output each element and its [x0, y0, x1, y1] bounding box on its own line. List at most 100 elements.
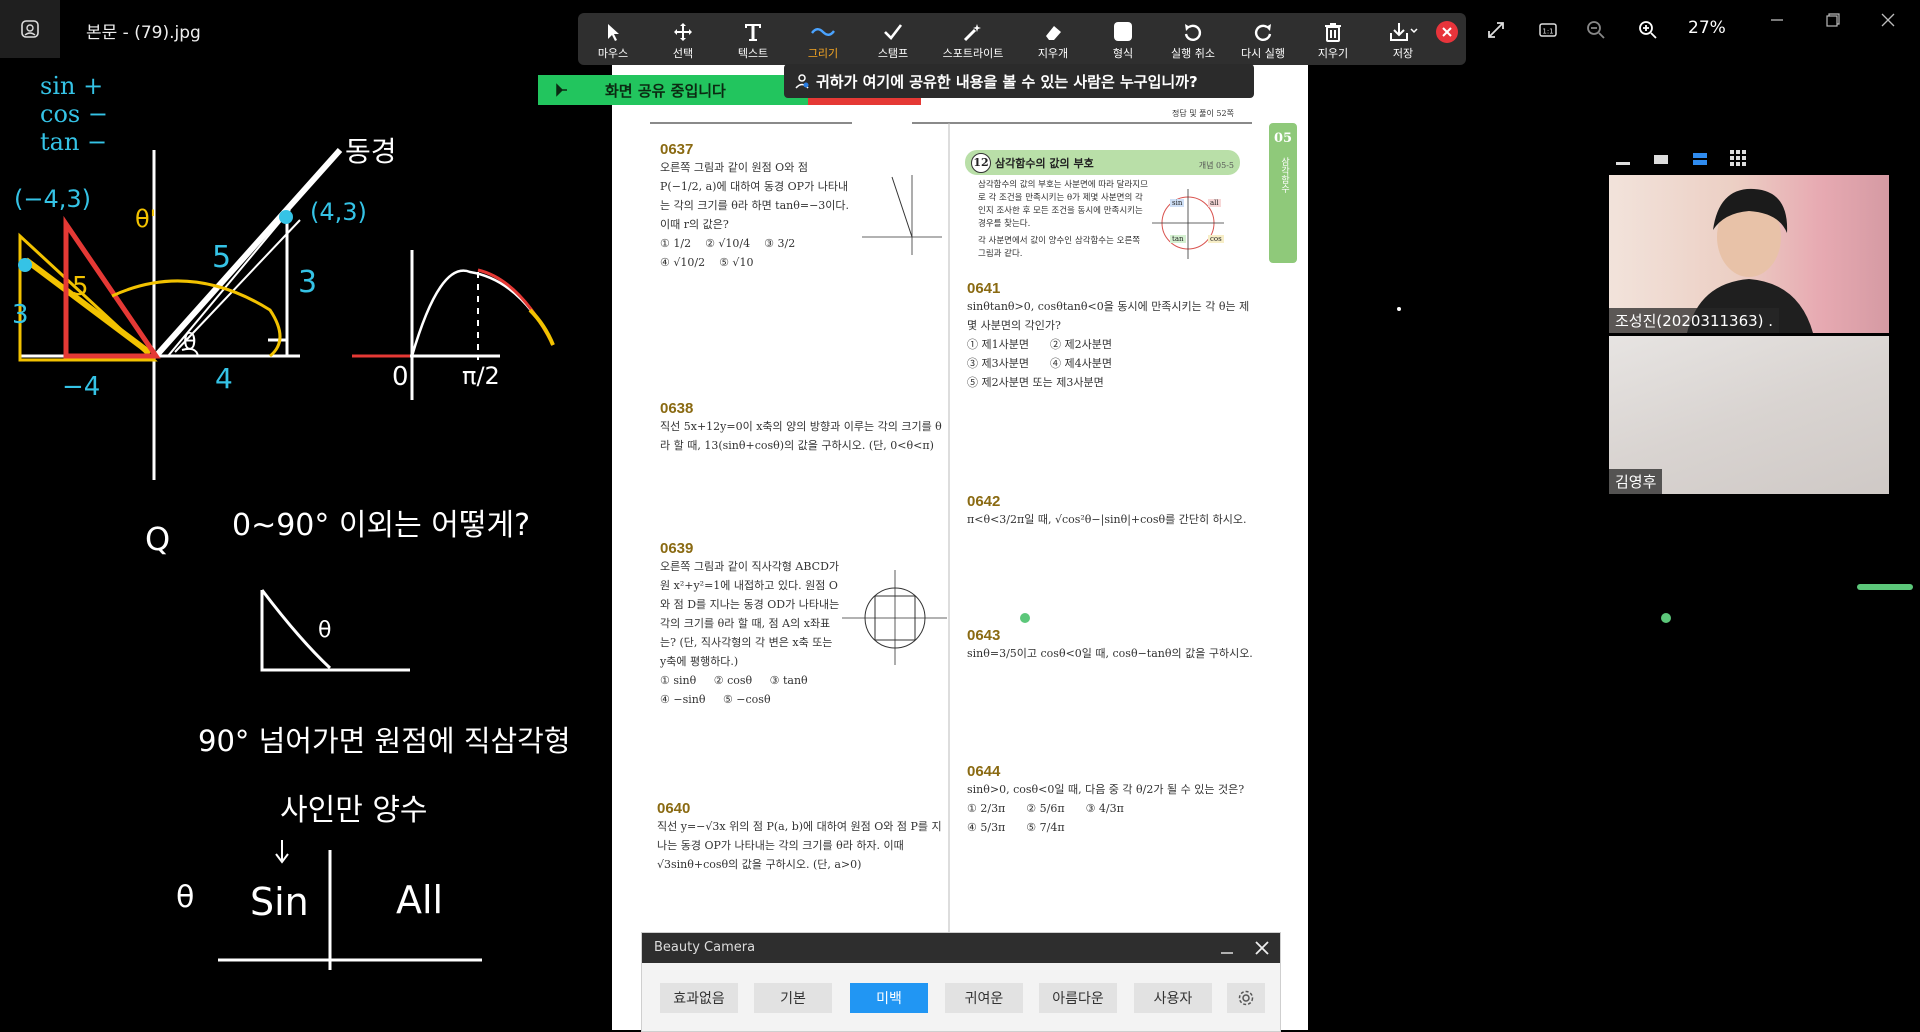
option: ④ √10/2 [660, 256, 706, 269]
format-icon [1114, 22, 1132, 41]
minimize-icon [1221, 952, 1233, 954]
option: ① 1/2 [660, 237, 692, 250]
document-page: 정답 및 풀이 52쪽 05 삼각함수 12 삼각함수의 값의 부호 개념 05… [612, 65, 1308, 1030]
quadrant-all-label: All [396, 878, 444, 922]
layout-minimize-button[interactable] [1614, 151, 1632, 165]
question-number: 0641 [967, 280, 1001, 297]
tool-label: 실행 취소 [1171, 47, 1215, 60]
terminal-side-label: 동경 [345, 135, 397, 168]
tool-clear[interactable]: 지우기 [1298, 13, 1368, 65]
gear-icon [1238, 990, 1254, 1006]
length-label: 3 [12, 300, 29, 330]
viewers-tooltip[interactable]: 귀하가 여기에 공유한 내용을 볼 수 있는 사람은 누구입니까? [784, 64, 1254, 98]
tool-spotlight[interactable]: 스포트라이트 [928, 13, 1018, 65]
tool-stamp[interactable]: 스탬프 [858, 13, 928, 65]
axis-label: π/2 [462, 362, 500, 390]
question-text: sinθ=3/5이고 cosθ<0일 때, cosθ−tanθ의 값을 구하시오… [967, 647, 1253, 660]
ink-stroke [275, 840, 289, 864]
settings-button[interactable] [1227, 983, 1265, 1013]
tool-redo[interactable]: 다시 실행 [1228, 13, 1298, 65]
close-window-button[interactable] [1873, 8, 1903, 32]
question-text: sinθtanθ>0, cosθtanθ<0을 동시에 만족시키는 각 θ는 제… [967, 300, 1250, 332]
tool-text[interactable]: 텍스트 [718, 13, 788, 65]
minimize-button[interactable] [1762, 8, 1792, 32]
stop-annotation-button[interactable] [1436, 21, 1458, 43]
tool-mouse[interactable]: 마우스 [578, 13, 648, 65]
tool-eraser[interactable]: 지우개 [1018, 13, 1088, 65]
question-0643: 0643 sinθ=3/5이고 cosθ<0일 때, cosθ−tanθ의 값을… [967, 627, 1257, 663]
answer-reference: 정답 및 풀이 52쪽 [1172, 109, 1234, 118]
tool-save[interactable]: 저장 [1368, 13, 1438, 65]
cursor-icon [608, 24, 619, 41]
text-icon [745, 24, 761, 41]
axis-label: 0 [392, 362, 409, 392]
expand-button[interactable] [1482, 16, 1510, 44]
layout-grid-button[interactable] [1729, 149, 1747, 167]
zoom-in-button[interactable] [1634, 16, 1662, 44]
option: ④ 제4사분면 [1049, 357, 1112, 370]
actual-size-button[interactable]: 1:1 [1534, 16, 1562, 44]
length-label: 5 [72, 272, 89, 302]
filter-cute-button[interactable]: 귀여운 [945, 983, 1023, 1013]
question-0638: 0638 직선 5x+12y=0이 x축의 양의 방향과 이루는 각의 크기를 … [660, 400, 950, 455]
question-options: ① 제1사분면 ② 제2사분면 ③ 제3사분면 ④ 제4사분면 ⑤ 제2사분면 … [967, 335, 1257, 392]
tool-label: 다시 실행 [1241, 47, 1285, 60]
svg-text:1:1: 1:1 [1542, 28, 1553, 36]
angle-label: θ [176, 880, 195, 915]
layout-stack-button[interactable] [1691, 151, 1709, 165]
tool-draw[interactable]: 그리기 [788, 13, 858, 65]
close-button[interactable] [1253, 939, 1271, 957]
tool-label: 스탬프 [877, 47, 909, 60]
filter-custom-button[interactable]: 사용자 [1134, 983, 1212, 1013]
angle-label: θ [183, 330, 197, 355]
ink-stroke [477, 268, 555, 346]
restore-button[interactable] [1818, 8, 1848, 32]
question-text: 오른쪽 그림과 같이 직사각형 ABCD가 원 x²+y²=1에 내접하고 있다… [660, 560, 840, 668]
option: ① sinθ [660, 674, 697, 687]
option: ③ 3/2 [764, 237, 796, 250]
minimize-button[interactable] [1218, 939, 1236, 957]
ink-stroke [260, 589, 410, 672]
close-icon [1255, 941, 1269, 955]
minimize-icon [1616, 162, 1630, 165]
photo-viewer-icon[interactable] [0, 0, 60, 58]
redo-icon [1254, 24, 1272, 41]
one-to-one-icon: 1:1 [1539, 23, 1557, 37]
participant-video-2[interactable]: 김영후 [1609, 336, 1889, 494]
tool-undo[interactable]: 실행 취소 [1158, 13, 1228, 65]
length-label: 5 [212, 240, 232, 275]
question-number: 0644 [967, 763, 1001, 780]
filter-none-button[interactable]: 효과없음 [660, 983, 738, 1013]
filter-whitening-button[interactable]: 미백 [850, 983, 928, 1013]
tool-format[interactable]: 형식 [1088, 13, 1158, 65]
spotlight-icon [963, 24, 981, 42]
question-number: 0643 [967, 627, 1001, 644]
screen-share-status: 화면 공유 중입니다 [605, 82, 726, 100]
expand-icon [1488, 22, 1504, 38]
tool-select[interactable]: 선택 [648, 13, 718, 65]
filter-beautiful-button[interactable]: 아름다운 [1039, 983, 1117, 1013]
question-options: ① sinθ ② cosθ ③ tanθ ④ −sinθ ⑤ −cosθ [660, 671, 910, 709]
zoom-in-icon [1639, 21, 1657, 39]
tool-label: 지우개 [1037, 47, 1069, 60]
filter-basic-button[interactable]: 기본 [754, 983, 832, 1013]
move-icon [674, 23, 692, 41]
question-options: ① 2/3π ② 5/6π ③ 4/3π ④ 5/3π ⑤ 7/4π [967, 799, 1257, 837]
tool-label: 저장 [1392, 47, 1414, 60]
zoom-out-button[interactable] [1582, 16, 1610, 44]
option: ⑤ 제2사분면 또는 제3사분면 [967, 376, 1104, 389]
layout-single-button[interactable] [1652, 151, 1670, 165]
ink-dot [1661, 613, 1671, 623]
participant-video-1[interactable]: 조성진(2020311363) . [1609, 175, 1889, 333]
option: ⑤ 7/4π [1026, 821, 1065, 834]
window-title: 본문 - (79).jpg [86, 23, 201, 43]
ink-stroke [1857, 584, 1913, 590]
beauty-camera-title-bar[interactable]: Beauty Camera [642, 933, 1280, 963]
stack-view-icon [1693, 153, 1707, 165]
minimize-icon [1771, 19, 1783, 21]
viewers-tooltip-text: 귀하가 여기에 공유한 내용을 볼 수 있는 사람은 누구입니까? [816, 72, 1198, 91]
length-label: 4 [215, 362, 233, 395]
length-label: 3 [298, 265, 318, 300]
quadrant-label: sin [1170, 199, 1185, 207]
quadrant-label: all [1208, 199, 1221, 207]
